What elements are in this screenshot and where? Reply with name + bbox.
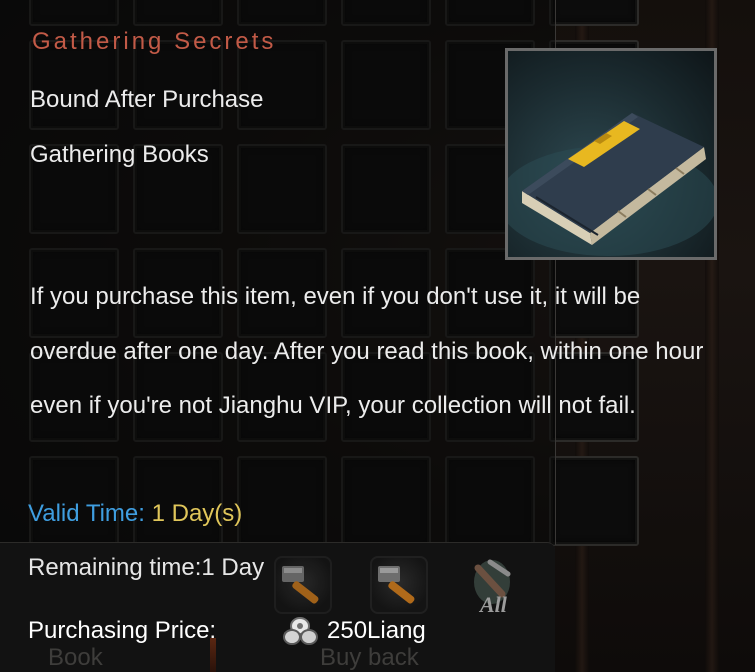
item-category-label: Gathering Books [30,141,209,168]
hammer-icon [378,566,415,604]
split-button[interactable] [370,556,428,614]
repair-button[interactable] [274,556,332,614]
repair-all-label: All [478,592,508,617]
valid-time-value: 1 Day(s) [151,500,243,527]
purchase-price-label: Purchasing Price: [28,617,217,644]
repair-all-button[interactable]: All [462,554,520,617]
inventory-slot[interactable] [549,0,639,26]
remaining-time-label: Remaining time:1 Day [28,554,265,581]
tab-book[interactable]: Book [48,644,103,672]
purchase-price-value: 250Liang [327,617,426,644]
valid-time: Valid Time: 1 Day(s) [28,500,242,528]
tab-buy-back[interactable]: Buy back [320,644,419,672]
item-title: Gathering Secrets [32,28,277,55]
valid-time-label: Valid Time: [28,500,152,527]
bind-type-label: Bound After Purchase [30,86,264,113]
inventory-slot[interactable] [549,456,639,546]
repair-all-icon: All [474,559,511,617]
game-screen: Gathering Secrets Bound After Purchase G… [0,0,755,672]
item-tooltip: Gathering Secrets Bound After Purchase G… [0,0,717,545]
silver-coin-icon [278,612,322,648]
hammer-icon [282,566,319,604]
item-description: If you purchase this item, even if you d… [30,283,704,419]
book-icon [505,48,717,260]
